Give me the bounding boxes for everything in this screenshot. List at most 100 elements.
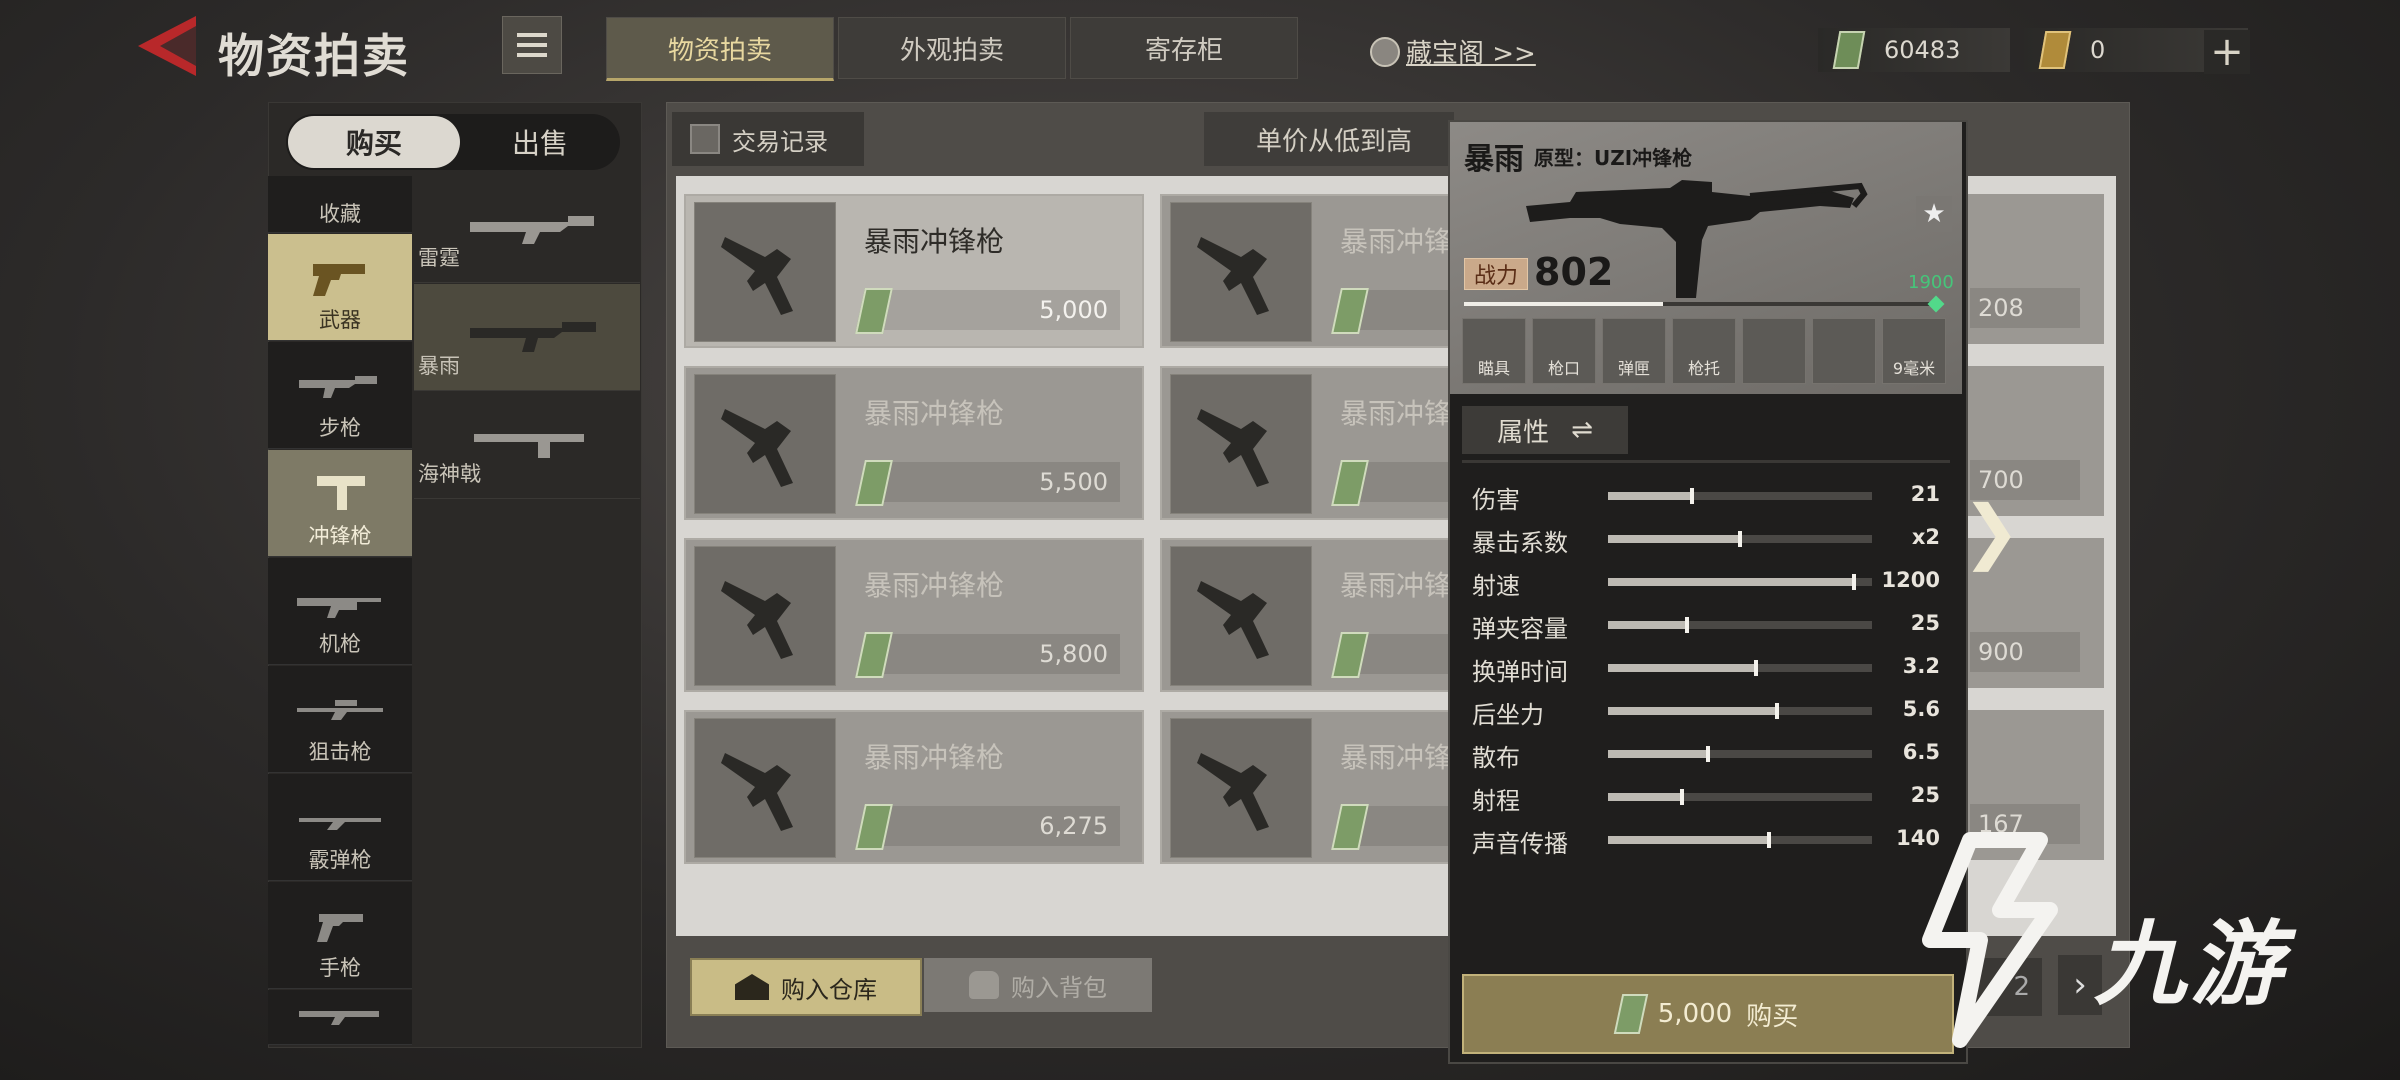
category-mg[interactable]: 机枪	[268, 558, 412, 665]
stat-value: 25	[1910, 611, 1940, 635]
category-shotgun[interactable]: 霰弹枪	[268, 774, 412, 881]
cash-icon	[1613, 994, 1649, 1034]
attributes-tab[interactable]: 属性 ⇌	[1462, 406, 1628, 454]
item-name: 暴雨冲锋	[1340, 397, 1453, 430]
subitem-trident[interactable]: 海神戟	[414, 392, 640, 499]
item-thumbnail	[694, 546, 836, 686]
tab-locker[interactable]: 寄存柜	[1070, 17, 1298, 79]
stat-bar-fill	[1608, 707, 1777, 715]
stat-value: 5.6	[1902, 697, 1940, 721]
category-pistol[interactable]: 手枪	[268, 882, 412, 989]
item-price: 5,800	[1039, 640, 1108, 668]
stat-name: 换弹时间	[1472, 658, 1568, 686]
item-thumbnail	[694, 718, 836, 858]
add-currency-button[interactable]: +	[2204, 29, 2250, 75]
cash-balance: 60483	[1818, 28, 2010, 72]
watermark-logo-icon	[1922, 832, 2058, 1048]
power-value: 802	[1534, 250, 1614, 294]
stat-name: 射程	[1472, 787, 1520, 815]
category-label: 收藏	[319, 202, 361, 226]
buy-tab[interactable]: 购买	[288, 116, 460, 168]
item-price-box: 5,800	[855, 632, 1120, 678]
subitem-label: 海神戟	[418, 462, 481, 486]
next-page-arrow[interactable]: ❯	[1962, 490, 2021, 572]
attachment-slot-ammo[interactable]: 9毫米	[1882, 318, 1946, 384]
listing-item[interactable]: 暴雨冲锋枪 5,000	[684, 194, 1144, 348]
buy-to-backpack-button[interactable]: 购入背包	[924, 958, 1152, 1012]
item-price: 208	[1978, 294, 2024, 322]
sniper-icon	[297, 700, 383, 720]
item-price-box: 5,500	[855, 460, 1120, 506]
category-weapons[interactable]: 武器	[268, 234, 412, 341]
trade-record-button[interactable]: 交易记录	[672, 112, 864, 166]
sell-tab[interactable]: 出售	[460, 116, 620, 168]
item-thumbnail	[694, 202, 836, 342]
shotgun-icon	[299, 818, 381, 830]
category-rifles[interactable]: 步枪	[268, 342, 412, 449]
gold-icon	[2038, 31, 2072, 69]
stat-name: 伤害	[1472, 486, 1520, 514]
stat-bar-knob	[1775, 703, 1779, 719]
category-sniper[interactable]: 狙击枪	[268, 666, 412, 773]
record-icon	[690, 124, 720, 154]
buy-warehouse-label: 购入仓库	[781, 975, 877, 1004]
buy-label: 购买	[1746, 1001, 1799, 1032]
stat-value: 6.5	[1902, 740, 1940, 764]
gold-value: 0	[2090, 36, 2106, 64]
subitem-thunder[interactable]: 雷霆	[414, 176, 640, 283]
listing-item[interactable]: 暴雨冲锋枪 5,500	[684, 366, 1144, 520]
subitem-storm[interactable]: 暴雨	[414, 284, 640, 391]
item-name: 暴雨冲锋枪	[864, 397, 1005, 430]
warehouse-icon	[735, 974, 769, 1000]
trade-record-label: 交易记录	[732, 127, 828, 156]
stat-value: 1200	[1881, 568, 1940, 592]
listing-item[interactable]: 暴雨冲锋枪 5,800	[684, 538, 1144, 692]
buy-to-warehouse-button[interactable]: 购入仓库	[690, 958, 922, 1016]
category-label: 狙击枪	[308, 740, 372, 764]
item-thumbnail	[694, 374, 836, 514]
stat-value: 25	[1910, 783, 1940, 807]
sort-dropdown[interactable]: 单价从低到高	[1204, 112, 1454, 166]
listing-item-partial[interactable]: 208	[1966, 194, 2104, 344]
category-favorites[interactable]: 收藏	[268, 176, 412, 233]
attachment-slot-muzzle[interactable]: 枪口	[1532, 318, 1596, 384]
stat-name: 弹夹容量	[1472, 615, 1568, 643]
menu-icon	[517, 33, 547, 37]
attachment-slot-stock[interactable]: 枪托	[1672, 318, 1736, 384]
smg-icon	[721, 581, 793, 659]
machine-gun-icon	[297, 598, 381, 618]
cash-icon	[855, 632, 893, 678]
item-price-box: 6,275	[855, 804, 1120, 850]
category-label: 步枪	[319, 416, 361, 440]
cash-icon	[1331, 288, 1369, 334]
treasure-link-label: 藏宝阁 >>	[1406, 39, 1536, 69]
stat-bar-knob	[1706, 746, 1710, 762]
favorite-star-icon[interactable]: ★	[1916, 196, 1952, 232]
attributes-label: 属性	[1497, 417, 1550, 448]
stat-bar-knob	[1685, 617, 1689, 633]
buy-button[interactable]: 5,000 购买	[1462, 974, 1954, 1054]
category-label: 机枪	[319, 632, 361, 656]
attachment-slot-magazine[interactable]: 弹匣	[1602, 318, 1666, 384]
cash-icon	[855, 460, 893, 506]
power-label: 战力	[1464, 258, 1528, 290]
stat-value: 3.2	[1902, 654, 1940, 678]
smg-icon	[1197, 581, 1269, 659]
listing-item[interactable]: 暴雨冲锋枪 6,275	[684, 710, 1144, 864]
gun-thumbnail-icon	[474, 434, 584, 458]
stat-bar-knob	[1738, 531, 1742, 547]
tab-skin-auction[interactable]: 外观拍卖	[838, 17, 1066, 79]
stat-bar-fill	[1608, 836, 1769, 844]
pistol-icon	[313, 264, 365, 296]
category-smg[interactable]: 冲锋枪	[268, 450, 412, 557]
category-more[interactable]	[268, 990, 412, 1045]
stat-bar-knob	[1852, 574, 1856, 590]
attachment-slot-empty[interactable]	[1742, 318, 1806, 384]
treasure-link[interactable]: 藏宝阁 >>	[1370, 33, 1536, 70]
menu-button[interactable]	[502, 16, 562, 74]
attachment-slot-empty[interactable]	[1812, 318, 1876, 384]
attachment-slot-scope[interactable]: 瞄具	[1462, 318, 1526, 384]
item-thumbnail	[1170, 374, 1312, 514]
tab-material-auction[interactable]: 物资拍卖	[606, 17, 834, 81]
rifle-icon	[299, 376, 377, 398]
